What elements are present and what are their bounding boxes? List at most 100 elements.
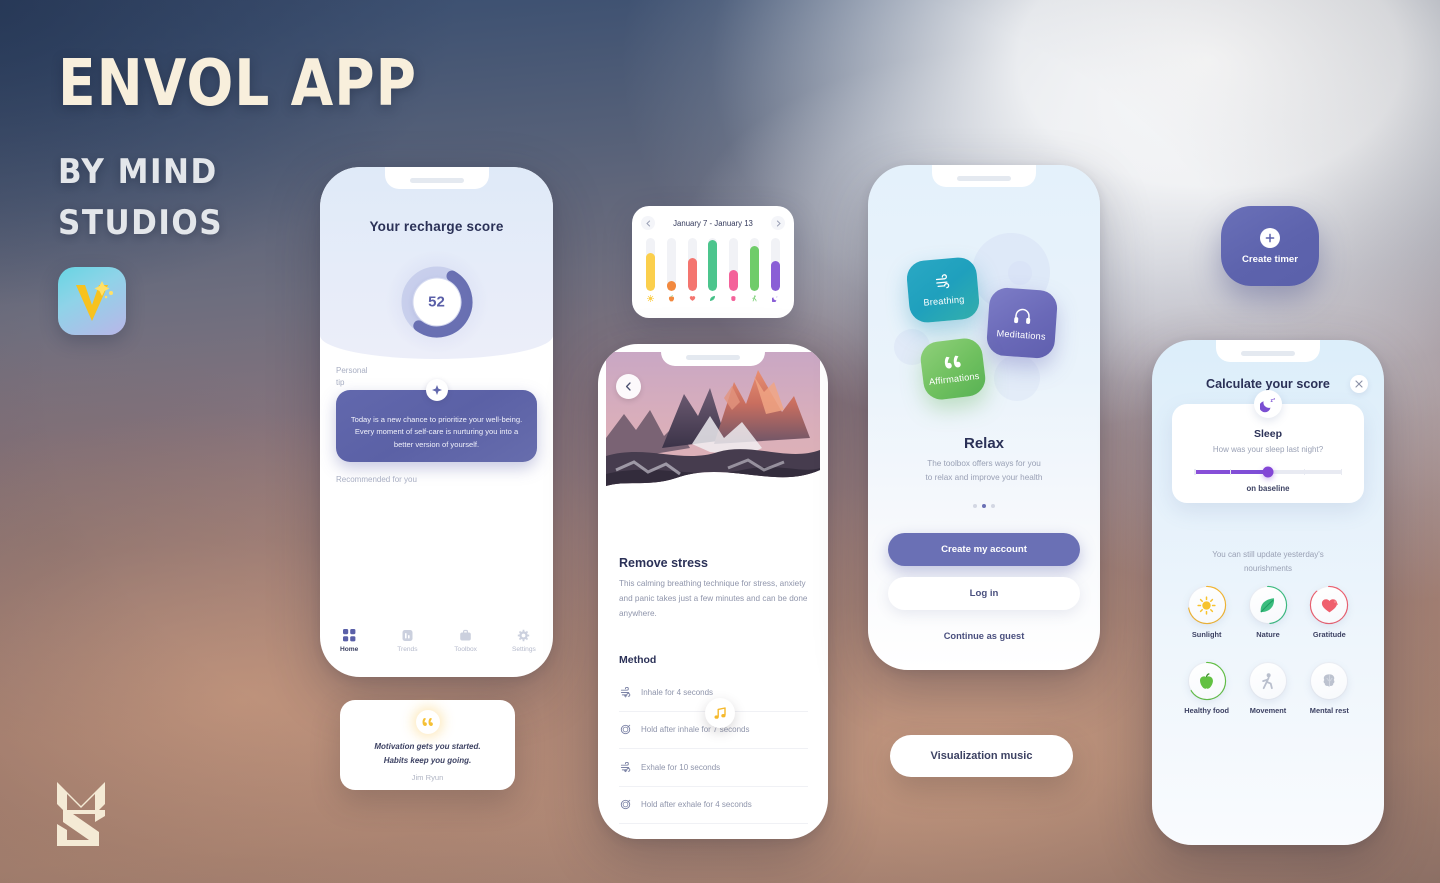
continue-as-guest-link[interactable]: Continue as guest [868,631,1100,641]
stress-description: This calming breathing technique for str… [619,579,808,619]
walking-icon [1249,663,1286,699]
chart-bar-track-2 [687,238,697,291]
circle-hold-icon [619,724,632,735]
nourishment-sunlight[interactable]: Sunlight [1176,585,1237,639]
carousel-dot-2[interactable] [982,504,986,508]
nourishment-label-5: Mental rest [1309,706,1349,715]
nav-item-toolbox[interactable]: Toolbox [437,628,495,653]
weekly-chart-card: January 7 - January 13 z [632,206,794,318]
nav-label-trends: Trends [397,645,418,653]
tile-label-meditations: Meditations [996,327,1047,342]
recommended-label: Recommended for you [336,475,417,484]
tile-meditations[interactable]: Meditations [985,286,1059,360]
sleep-slider[interactable] [1194,466,1343,478]
slider-knob[interactable] [1262,466,1274,478]
chart-icon [378,628,436,643]
chart-bar-3[interactable] [707,238,718,303]
chart-bar-6[interactable]: z [770,238,781,303]
sleep-question: How was your sleep last night? [1212,445,1324,454]
chart-bar-5[interactable] [749,238,760,303]
phone-relax-screen: Breathing Meditations Affirmations Relax… [868,165,1100,670]
nourishment-gratitude[interactable]: Gratitude [1299,585,1360,639]
create-timer-button[interactable]: Create timer [1221,206,1319,286]
method-step-4: Duration 2 min 10 seconds [619,824,808,839]
chart-bar-4[interactable] [728,238,739,303]
nourishment-label-4: Movement [1249,706,1287,715]
tile-label-breathing: Breathing [923,294,965,308]
plus-icon [1260,227,1280,248]
nourishment-mental-rest[interactable]: Mental rest [1299,661,1360,715]
phone-home-screen: Your recharge score 52 Personal tip Toda… [320,167,553,677]
wind-icon [935,274,949,289]
nav-item-settings[interactable]: Settings [495,628,553,653]
moon-icon: z [771,294,779,303]
nourishment-label-3: Healthy food [1184,706,1230,715]
chart-bar-0[interactable] [645,238,656,303]
gear-icon [495,628,553,643]
nourishment-healthy-food[interactable]: Healthy food [1176,661,1237,715]
wind-down-icon [619,761,632,773]
chart-bar-fill-sunlight [646,252,655,291]
tile-affirmations[interactable]: Affirmations [918,336,988,402]
create-account-button[interactable]: Create my account [888,533,1080,566]
recharge-score-value: 52 [413,278,460,326]
apple-icon [1188,663,1225,699]
mind-studios-logo-glyph [57,782,105,846]
chart-bar-2[interactable] [687,238,698,303]
chart-bar-1[interactable] [666,238,677,303]
nourishment-ring-1 [1248,585,1288,625]
carousel-dot-3[interactable] [991,504,995,508]
chart-bar-fill-healthy-food [666,281,676,291]
tile-label-affirmations: Affirmations [928,370,980,387]
wind-up-icon [619,686,632,698]
slider-tick-1 [1194,469,1196,475]
personal-tip-card[interactable]: Today is a new chance to prioritize your… [336,379,537,462]
method-step-text-1: Hold after inhale for 7 seconds [641,725,750,735]
close-icon[interactable] [1350,375,1368,393]
nourishments-grid: Sunlight Nature Gratitude Healthy food Movem… [1176,585,1360,715]
method-step-3: Hold after exhale for 4 seconds [619,787,808,824]
slider-value-label: on baseline [1246,484,1290,493]
nourishment-movement[interactable]: Movement [1237,661,1298,715]
phone-remove-stress-screen: Remove stress This calming breathing tec… [598,344,828,839]
chevron-right-icon[interactable] [771,216,785,230]
back-button[interactable] [616,374,641,399]
nav-item-home[interactable]: Home [320,628,378,653]
method-step-text-3: Hold after exhale for 4 seconds [641,800,752,810]
chart-bars: z [641,238,785,303]
chevron-left-icon[interactable] [641,216,655,230]
sun-icon [647,294,654,303]
phone-speaker-bar [409,178,464,183]
carousel-dot-1[interactable] [973,504,977,508]
mountain-sunset-photo [606,352,820,502]
heart-icon [689,294,696,303]
music-note-icon [705,698,735,728]
moon-zzz-icon: z z [1254,390,1282,418]
nourishment-label-2: Gratitude [1312,630,1346,639]
chart-header: January 7 - January 13 [641,216,785,230]
phone-speaker-bar [957,176,1011,181]
sleep-title: Sleep [1253,428,1282,440]
personal-tip-text: Today is a new chance to prioritize your… [350,415,523,449]
relax-subtitle-line2: to relax and improve your health [925,473,1043,483]
method-label: Method [619,654,657,666]
nourishments-note: You can still update yesterday's nourish… [1178,548,1358,576]
tile-breathing[interactable]: Breathing [905,256,981,324]
bottom-navigation: Home Trends Toolbox Settings [320,621,553,659]
leaf-icon [1249,587,1286,623]
nav-item-trends[interactable]: Trends [378,628,436,653]
quote-icon [415,710,440,734]
hourglass-icon [619,837,632,839]
slider-tick-4 [1340,469,1343,475]
mind-studios-logo [55,780,107,848]
circle-hold-icon [619,799,632,810]
apple-icon [668,294,675,303]
nourishment-nature[interactable]: Nature [1237,585,1298,639]
method-step-text-4: Duration 2 min 10 seconds [641,838,736,839]
walking-icon [751,294,758,303]
leaf-icon [709,294,716,303]
nourishment-ring-5 [1309,661,1349,701]
login-button[interactable]: Log in [888,577,1080,610]
grid-icon [320,628,378,643]
visualization-music-button[interactable]: Visualization music [890,735,1073,777]
